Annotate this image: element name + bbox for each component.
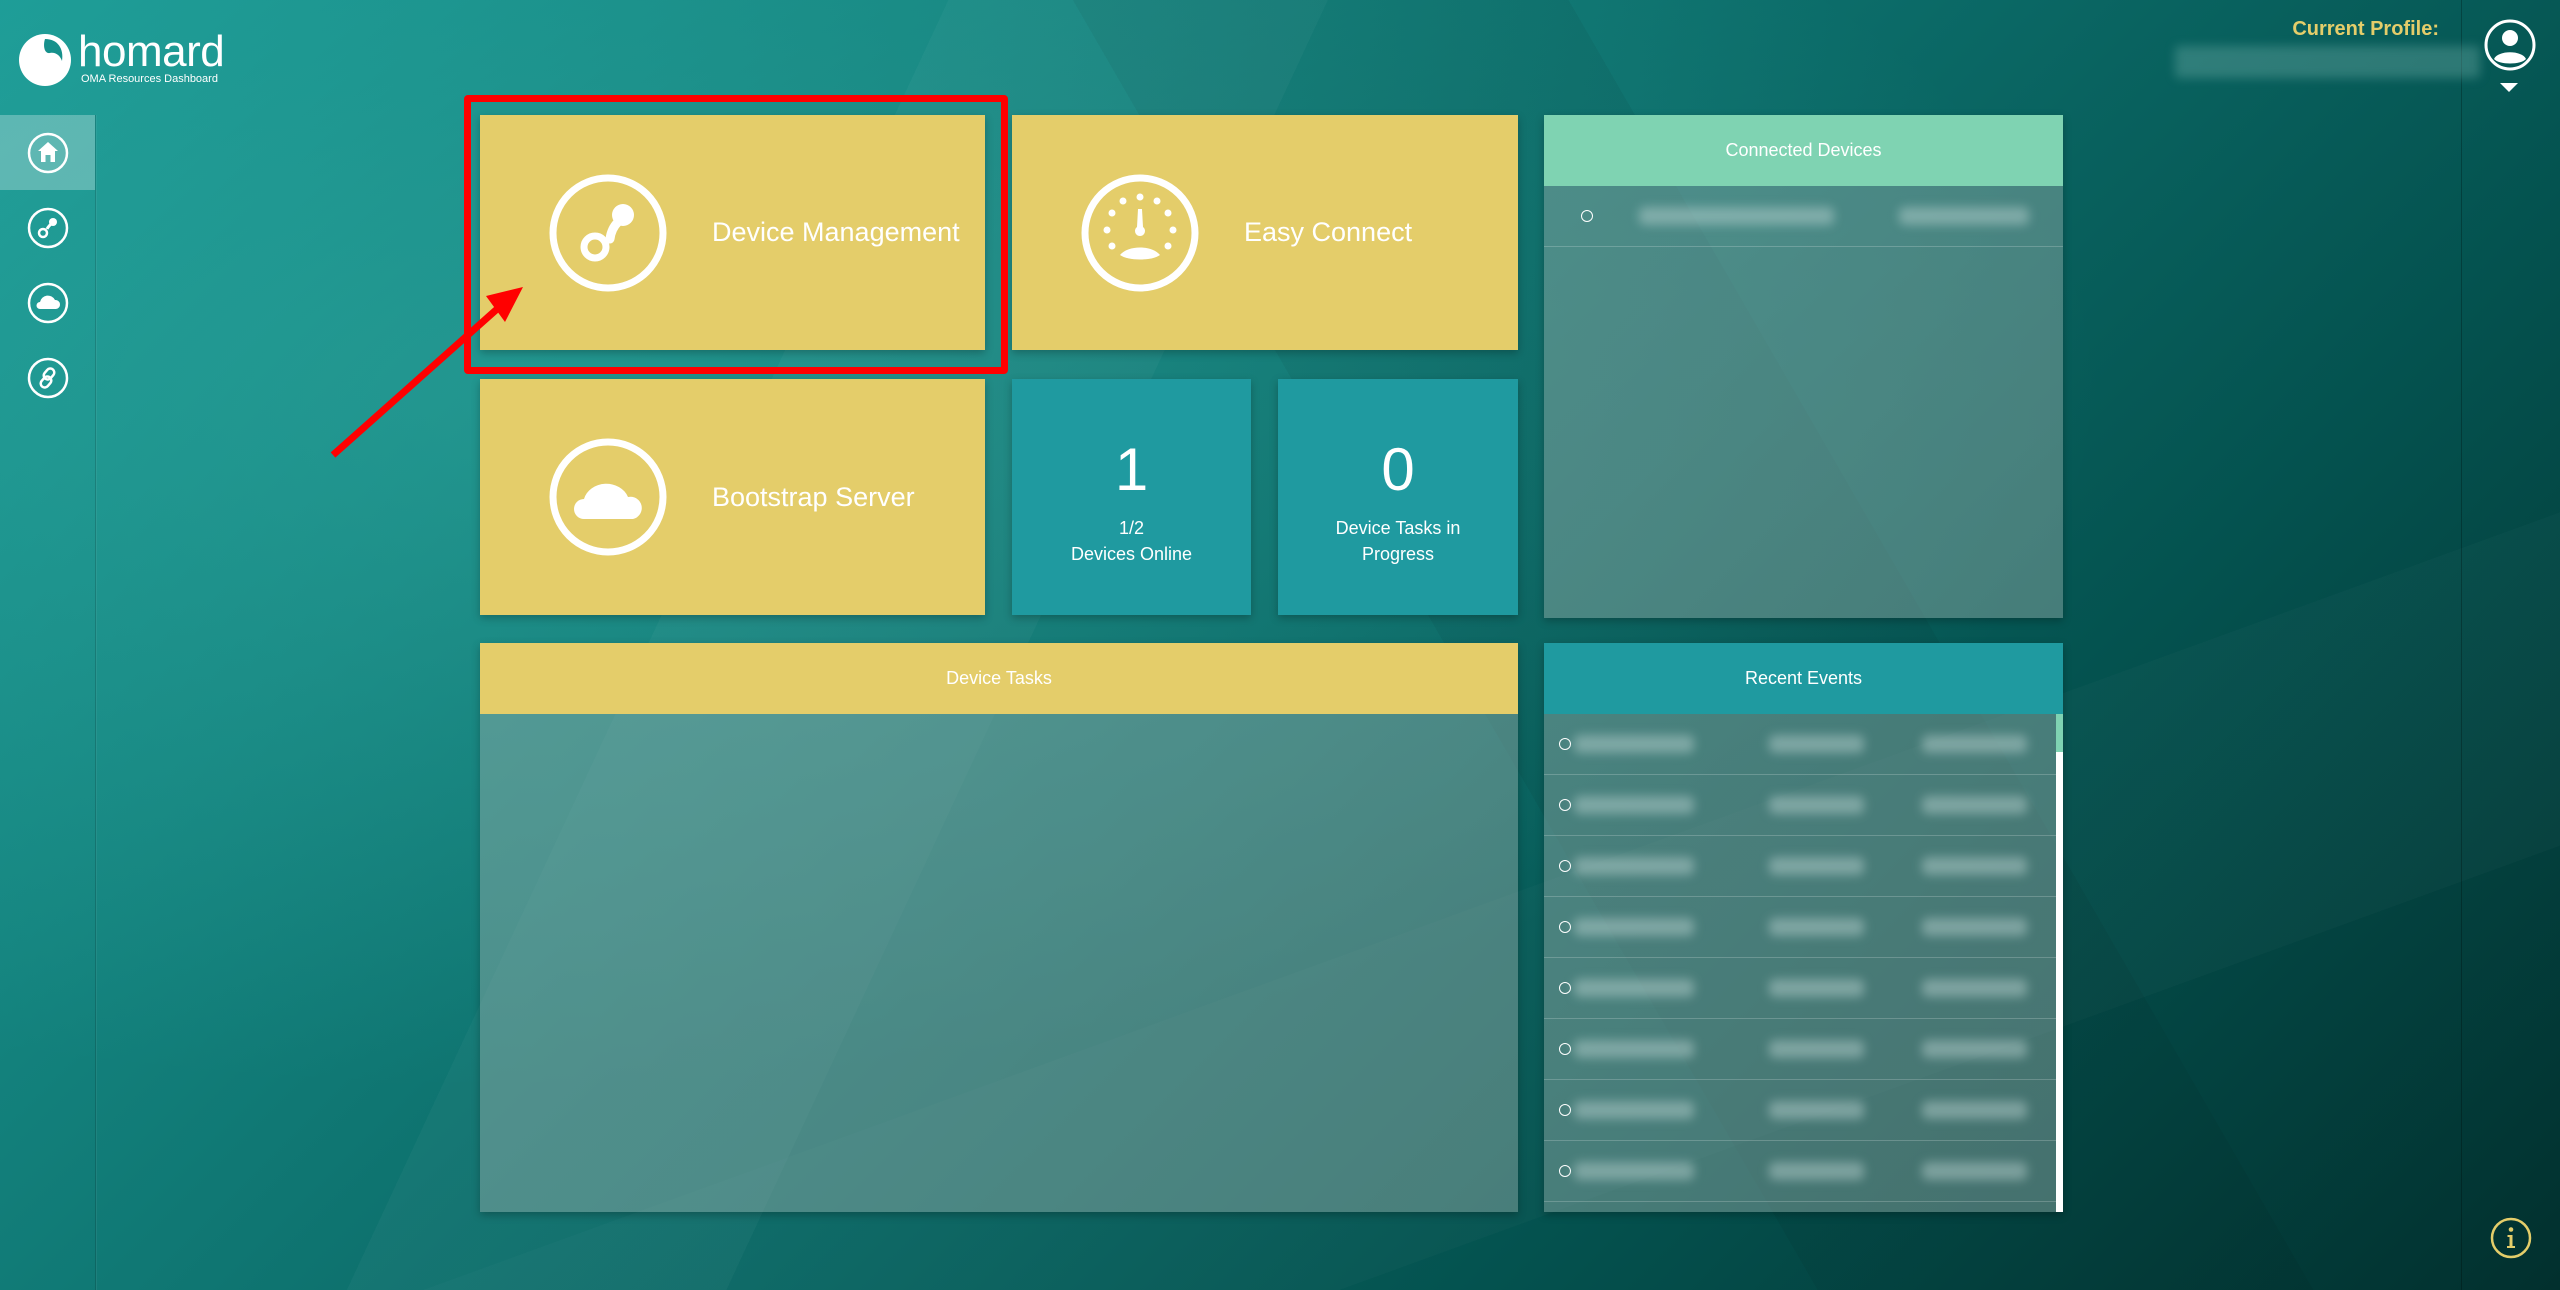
current-profile-value-redacted xyxy=(2175,46,2480,78)
event-time-redacted xyxy=(1922,735,2027,753)
event-time-redacted xyxy=(1922,857,2027,875)
recent-events-scrollbar-thumb[interactable] xyxy=(2056,714,2063,752)
user-icon[interactable] xyxy=(2484,19,2536,71)
home-icon xyxy=(27,132,68,173)
event-row[interactable] xyxy=(1544,1080,2056,1141)
link-icon xyxy=(27,357,68,398)
devices-online-count: 1 xyxy=(1114,436,1149,503)
event-time-redacted xyxy=(1922,979,2027,997)
device-tasks-list xyxy=(480,714,1518,1212)
devices-online-fraction: 1/2 xyxy=(1118,518,1145,538)
event-status-dot-icon[interactable] xyxy=(1559,799,1571,811)
event-name-redacted xyxy=(1574,796,1694,814)
event-name-redacted xyxy=(1574,735,1694,753)
event-status-dot-icon[interactable] xyxy=(1559,1104,1571,1116)
devices-online-text: 1/2 Devices Online xyxy=(1012,515,1251,567)
device-management-icon xyxy=(27,207,68,248)
recent-events-header: Recent Events xyxy=(1544,643,2063,714)
event-status-dot-icon[interactable] xyxy=(1559,982,1571,994)
device-status-dot-icon[interactable] xyxy=(1581,210,1593,222)
device-management-label: Device Management xyxy=(712,217,960,247)
event-time-redacted xyxy=(1922,796,2027,814)
bootstrap-server-tile[interactable]: Bootstrap Server xyxy=(480,379,985,615)
event-status-dot-icon[interactable] xyxy=(1559,1165,1571,1177)
recent-events-list xyxy=(1544,714,2056,1212)
sidebar-item-home[interactable] xyxy=(0,115,95,190)
event-row[interactable] xyxy=(1544,1019,2056,1080)
connected-devices-header: Connected Devices xyxy=(1544,115,2063,186)
device-management-icon xyxy=(549,174,667,292)
app-name: homard xyxy=(78,27,225,76)
device-tasks-count: 0 xyxy=(1381,436,1415,503)
recent-events-scrollbar[interactable] xyxy=(2056,714,2063,1212)
device-tasks-panel: Device Tasks xyxy=(480,643,1518,1212)
event-row[interactable] xyxy=(1544,1141,2056,1202)
sidebar-item-bootstrap-server[interactable] xyxy=(0,265,95,340)
event-row[interactable] xyxy=(1544,958,2056,1019)
app-logo[interactable]: homard OMA Resources Dashboard xyxy=(18,27,225,87)
event-name-redacted xyxy=(1574,1040,1694,1058)
event-status-dot-icon[interactable] xyxy=(1559,1043,1571,1055)
easy-connect-label: Easy Connect xyxy=(1244,217,1413,247)
event-name-redacted xyxy=(1574,857,1694,875)
device-tasks-stat-label: Device Tasks in Progress xyxy=(1335,518,1461,564)
event-time-redacted xyxy=(1922,1040,2027,1058)
event-detail-redacted xyxy=(1769,857,1864,875)
event-detail-redacted xyxy=(1769,1040,1864,1058)
event-time-redacted xyxy=(1922,1162,2027,1180)
gauge-icon xyxy=(1081,174,1199,292)
info-icon[interactable] xyxy=(2490,1217,2532,1259)
bootstrap-server-label: Bootstrap Server xyxy=(712,481,915,512)
connected-devices-panel: Connected Devices xyxy=(1544,115,2063,618)
event-status-dot-icon[interactable] xyxy=(1559,738,1571,750)
recent-events-panel: Recent Events xyxy=(1544,643,2063,1212)
cloud-icon xyxy=(27,282,68,323)
event-status-dot-icon[interactable] xyxy=(1559,860,1571,872)
homard-logo-icon xyxy=(19,34,71,86)
event-row[interactable] xyxy=(1544,714,2056,775)
easy-connect-tile[interactable]: Easy Connect xyxy=(1012,115,1518,350)
event-detail-redacted xyxy=(1769,1101,1864,1119)
cloud-icon xyxy=(549,438,667,556)
device-name-redacted xyxy=(1639,207,1834,225)
event-detail-redacted xyxy=(1769,979,1864,997)
event-time-redacted xyxy=(1922,1101,2027,1119)
left-sidebar xyxy=(0,115,96,1290)
app-subtitle: OMA Resources Dashboard xyxy=(81,73,218,85)
profile-dropdown-caret-icon[interactable] xyxy=(2500,83,2518,92)
device-tasks-stat-tile[interactable]: 0 Device Tasks in Progress xyxy=(1278,379,1518,615)
connected-devices-list xyxy=(1544,186,2063,618)
event-detail-redacted xyxy=(1769,796,1864,814)
device-detail-redacted xyxy=(1899,207,2029,225)
event-detail-redacted xyxy=(1769,1162,1864,1180)
event-name-redacted xyxy=(1574,1101,1694,1119)
device-tasks-header: Device Tasks xyxy=(480,643,1518,714)
event-name-redacted xyxy=(1574,918,1694,936)
current-profile-label: Current Profile: xyxy=(2292,18,2439,40)
event-detail-redacted xyxy=(1769,918,1864,936)
event-status-dot-icon[interactable] xyxy=(1559,921,1571,933)
event-row[interactable] xyxy=(1544,775,2056,836)
right-sidebar-divider xyxy=(2461,0,2462,1290)
connected-device-row[interactable] xyxy=(1544,186,2063,247)
sidebar-item-easy-connect[interactable] xyxy=(0,340,95,415)
device-management-tile[interactable]: Device Management xyxy=(480,115,985,350)
devices-online-tile[interactable]: 1 1/2 Devices Online xyxy=(1012,379,1251,615)
devices-online-label: Devices Online xyxy=(1070,544,1193,564)
event-name-redacted xyxy=(1574,979,1694,997)
event-row[interactable] xyxy=(1544,836,2056,897)
sidebar-item-device-management[interactable] xyxy=(0,190,95,265)
event-row[interactable] xyxy=(1544,897,2056,958)
event-detail-redacted xyxy=(1769,735,1864,753)
event-time-redacted xyxy=(1922,918,2027,936)
event-name-redacted xyxy=(1574,1162,1694,1180)
